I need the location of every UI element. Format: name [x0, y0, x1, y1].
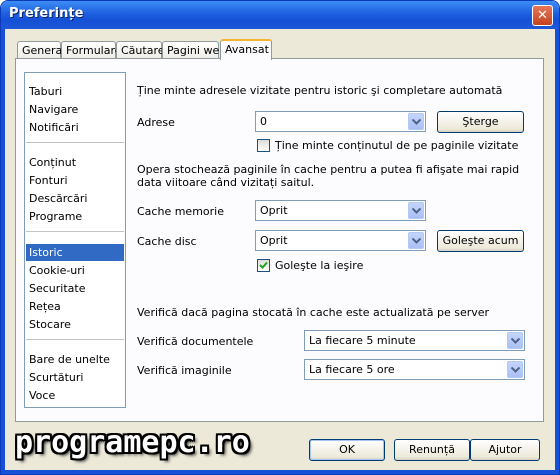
- empty-on-exit-checkbox[interactable]: [257, 259, 270, 272]
- addresses-label: Adrese: [137, 116, 175, 129]
- disk-cache-select[interactable]: Oprit: [255, 230, 426, 251]
- disk-cache-value: Oprit: [260, 234, 288, 247]
- sidebar-item-browsing[interactable]: Navigare: [26, 101, 124, 118]
- sidebar-divider: [26, 339, 124, 340]
- empty-on-exit-label: Goleşte la ieşire: [275, 259, 364, 272]
- cache-description-line1: Opera stochează paginile în cache pentru…: [137, 163, 520, 176]
- remember-content-checkbox[interactable]: [257, 139, 270, 152]
- preferences-window: Preferințe ✕ General Formulare Căutare P…: [0, 0, 560, 475]
- watermark: programepc.ro: [15, 425, 250, 460]
- memory-cache-label: Cache memorie: [137, 205, 224, 218]
- check-documents-label: Verifică documentele: [137, 335, 254, 348]
- title-bar[interactable]: Preferințe ✕: [1, 1, 559, 29]
- addresses-select[interactable]: 0: [255, 111, 426, 132]
- sidebar-item-storage[interactable]: Stocare: [26, 316, 124, 333]
- delete-history-button[interactable]: Şterge: [437, 111, 524, 133]
- window-frame-bottom: [1, 470, 559, 474]
- check-images-label: Verifică imaginile: [137, 364, 232, 377]
- addresses-value: 0: [260, 115, 267, 128]
- chevron-down-icon[interactable]: [408, 113, 424, 130]
- sidebar-item-programs[interactable]: Programe: [26, 208, 124, 225]
- sidebar-item-tabs[interactable]: Taburi: [26, 83, 124, 100]
- sidebar-item-voice[interactable]: Voce: [26, 387, 124, 404]
- tab-advanced[interactable]: Avansat: [220, 39, 272, 60]
- tab-general[interactable]: General: [17, 41, 65, 59]
- checkmark-icon: [259, 261, 268, 269]
- chevron-down-icon[interactable]: [507, 361, 523, 378]
- disk-cache-label: Cache disc: [137, 235, 197, 248]
- tab-search[interactable]: Căutare: [116, 41, 165, 59]
- history-heading: Ține minte adresele vizitate pentru isto…: [137, 84, 503, 97]
- sidebar-divider: [26, 142, 124, 143]
- sidebar-divider: [26, 231, 124, 232]
- window-frame-right: [555, 29, 559, 474]
- sidebar-item-history[interactable]: Istoric: [26, 244, 124, 261]
- tab-web-pages[interactable]: Pagini web: [162, 41, 226, 59]
- check-images-value: La fiecare 5 ore: [309, 363, 395, 376]
- window-title: Preferințe: [9, 6, 84, 21]
- empty-cache-button[interactable]: Goleşte acum: [437, 230, 524, 252]
- check-images-select[interactable]: La fiecare 5 ore: [304, 359, 525, 380]
- sidebar-item-cookies[interactable]: Cookie-uri: [26, 262, 124, 279]
- chevron-down-icon[interactable]: [408, 232, 424, 249]
- sidebar-item-network[interactable]: Rețea: [26, 298, 124, 315]
- sidebar-item-notifications[interactable]: Notificări: [26, 119, 124, 136]
- remember-content-label: Ține minte conținutul de pe paginile viz…: [275, 139, 519, 152]
- sidebar-item-toolbars[interactable]: Bare de unelte: [26, 351, 124, 368]
- help-button[interactable]: Ajutor: [470, 439, 540, 461]
- ok-button[interactable]: OK: [309, 439, 385, 461]
- memory-cache-select[interactable]: Oprit: [255, 200, 426, 221]
- chevron-down-icon[interactable]: [408, 202, 424, 219]
- category-list: Taburi Navigare Notificări Conținut Font…: [24, 72, 126, 408]
- sidebar-item-content[interactable]: Conținut: [26, 154, 124, 171]
- tab-forms[interactable]: Formulare: [61, 41, 122, 59]
- sidebar-item-security[interactable]: Securitate: [26, 280, 124, 297]
- check-documents-value: La fiecare 5 minute: [309, 334, 416, 347]
- cache-description-line2: data viitoare când vizitați saitul.: [137, 176, 315, 189]
- close-icon: ✕: [537, 8, 548, 23]
- check-heading: Verifică dacă pagina stocată în cache es…: [137, 306, 490, 319]
- check-documents-select[interactable]: La fiecare 5 minute: [304, 330, 525, 351]
- close-button[interactable]: ✕: [532, 5, 553, 26]
- window-frame-left: [1, 29, 5, 474]
- cancel-button[interactable]: Renunță: [394, 439, 470, 461]
- sidebar-item-shortcuts[interactable]: Scurtături: [26, 369, 124, 386]
- memory-cache-value: Oprit: [260, 204, 288, 217]
- sidebar-item-fonts[interactable]: Fonturi: [26, 172, 124, 189]
- sidebar-item-downloads[interactable]: Descărcări: [26, 190, 124, 207]
- chevron-down-icon[interactable]: [507, 332, 523, 349]
